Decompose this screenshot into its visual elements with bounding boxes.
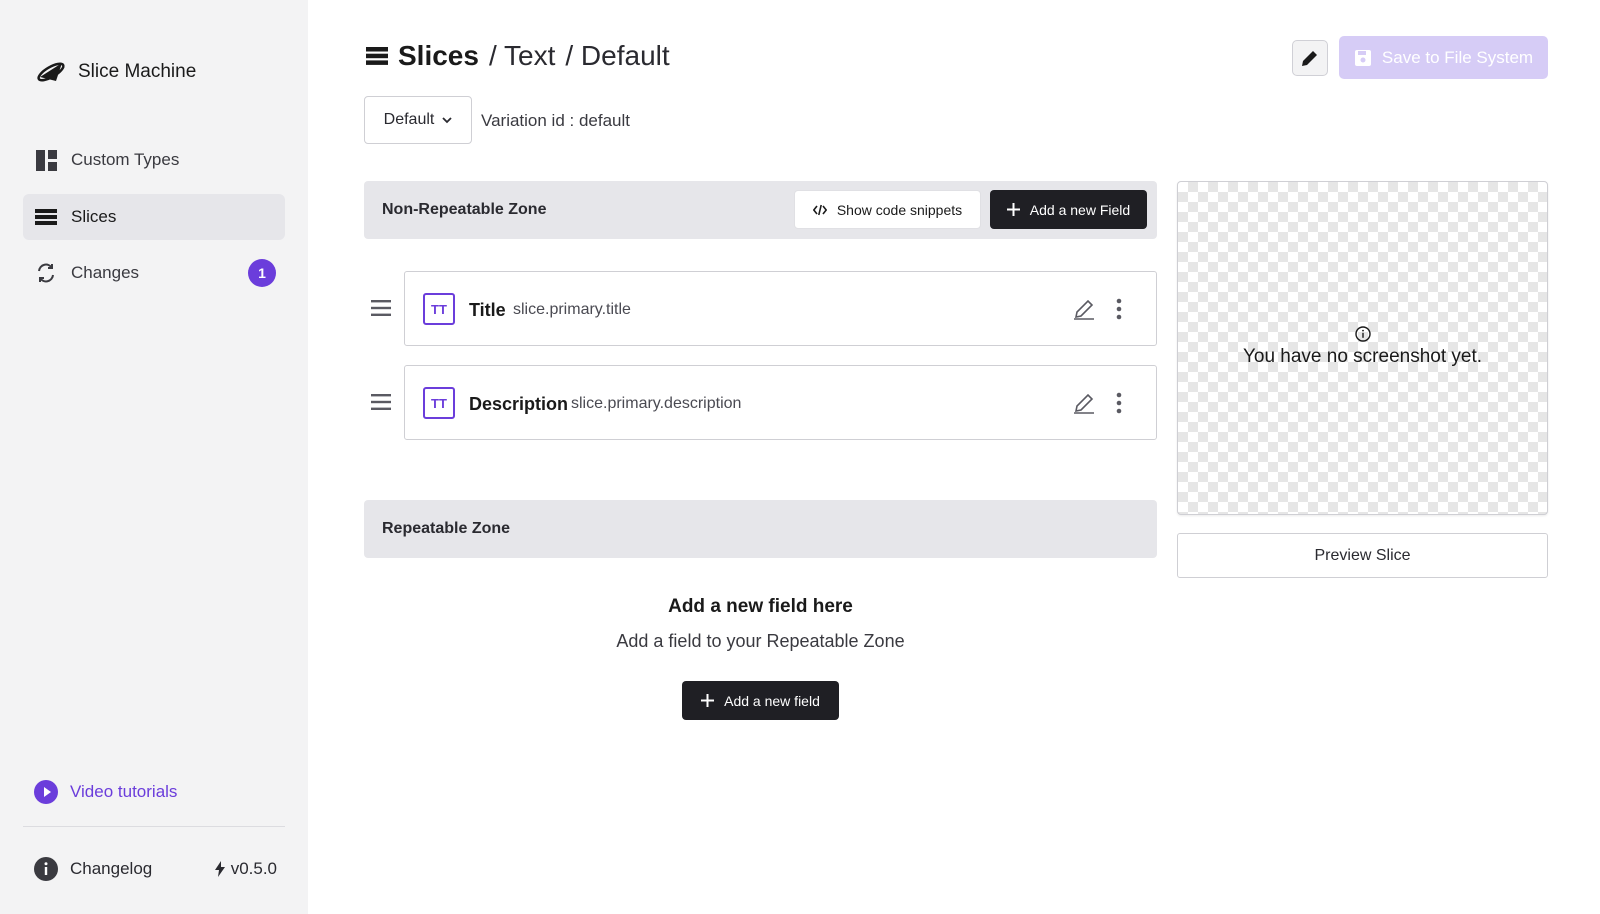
rich-text-icon: TT <box>423 293 455 325</box>
variation-select[interactable]: Default <box>364 96 472 144</box>
version-indicator: v0.5.0 <box>214 859 277 879</box>
code-icon <box>812 204 827 215</box>
changelog-link[interactable]: Changelog v0.5.0 <box>34 857 277 881</box>
screenshot-placeholder: You have no screenshot yet. <box>1177 181 1548 515</box>
bolt-icon <box>214 861 225 877</box>
snippets-label: Show code snippets <box>836 201 963 218</box>
edit-slice-button[interactable] <box>1292 40 1328 76</box>
save-to-file-system-button[interactable]: Save to File System <box>1339 36 1548 79</box>
empty-state-title: Add a new field here <box>668 596 853 617</box>
video-tutorials-label: Video tutorials <box>70 782 178 801</box>
plus-icon <box>1006 203 1020 216</box>
screenshot-empty-text: You have no screenshot yet. <box>1242 346 1483 367</box>
drag-handle-icon[interactable] <box>371 299 391 317</box>
zone-title: Repeatable Zone <box>382 520 511 537</box>
add-field-label: Add a new Field <box>1029 201 1131 218</box>
edit-field-icon[interactable] <box>1072 297 1096 321</box>
slices-icon <box>35 206 57 228</box>
breadcrumb-root[interactable]: Slices <box>398 40 479 72</box>
drag-handle-icon[interactable] <box>371 393 391 411</box>
brand-name: Slice Machine <box>78 61 197 82</box>
screenshot-empty-message: You have no screenshot yet. <box>1178 326 1547 368</box>
sidebar-item-label: Custom Types <box>71 150 180 169</box>
more-options-icon[interactable] <box>1112 391 1126 415</box>
sidebar-item-slices[interactable]: Slices <box>23 194 285 240</box>
preview-slice-button[interactable]: Preview Slice <box>1177 533 1548 578</box>
sync-icon <box>35 262 57 284</box>
plus-icon <box>701 694 715 707</box>
field-path: slice.primary.title <box>513 301 631 318</box>
zone-title: Non-Repeatable Zone <box>382 201 547 218</box>
sidebar: Slice Machine Custom Types Slices Change… <box>0 0 308 914</box>
breadcrumb-variation: / Default <box>565 40 670 71</box>
slices-icon <box>366 47 388 65</box>
repeatable-zone-header: Repeatable Zone <box>364 500 1157 558</box>
edit-field-icon[interactable] <box>1072 391 1096 415</box>
info-outline-icon <box>1354 326 1371 342</box>
sidebar-item-custom-types[interactable]: Custom Types <box>23 137 285 183</box>
empty-state-subtitle: Add a field to your Repeatable Zone <box>616 631 905 651</box>
brand[interactable]: Slice Machine <box>34 55 196 89</box>
field-label: Description <box>469 394 569 414</box>
sidebar-item-changes[interactable]: Changes 1 <box>23 250 285 296</box>
field-label: Title <box>469 300 506 320</box>
breadcrumb: Slices / Text / Default <box>366 40 670 72</box>
sidebar-divider <box>23 826 285 827</box>
add-field-label: Add a new field <box>724 692 820 709</box>
variation-selected: Default <box>383 111 435 128</box>
changelog-label: Changelog <box>70 859 153 878</box>
more-options-icon[interactable] <box>1112 297 1126 321</box>
add-repeatable-field-button[interactable]: Add a new field <box>682 681 839 720</box>
rich-text-icon: TT <box>423 387 455 419</box>
slice-machine-logo-icon <box>37 62 65 82</box>
layout-icon <box>35 149 57 171</box>
variation-id: Variation id : default <box>481 111 630 130</box>
changes-count-badge: 1 <box>248 259 276 287</box>
video-tutorials-link[interactable]: Video tutorials <box>34 780 177 804</box>
info-icon <box>34 857 58 881</box>
field-row-description[interactable]: TT Description slice.primary.description <box>404 365 1157 440</box>
play-icon <box>34 780 58 804</box>
sidebar-item-label: Slices <box>71 207 117 226</box>
version-label: v0.5.0 <box>230 859 277 878</box>
pencil-icon <box>1302 51 1317 66</box>
save-icon <box>1354 49 1371 66</box>
field-path: slice.primary.description <box>571 395 742 412</box>
breadcrumb-slice: / Text <box>488 40 556 71</box>
show-code-snippets-button[interactable]: Show code snippets <box>794 190 981 229</box>
save-label: Save to File System <box>1381 47 1534 67</box>
sidebar-item-label: Changes <box>71 263 140 282</box>
field-row-title[interactable]: TT Title slice.primary.title <box>404 271 1157 346</box>
chevron-down-icon <box>442 116 452 123</box>
add-new-field-button[interactable]: Add a new Field <box>990 190 1147 229</box>
preview-label: Preview Slice <box>1314 546 1411 564</box>
